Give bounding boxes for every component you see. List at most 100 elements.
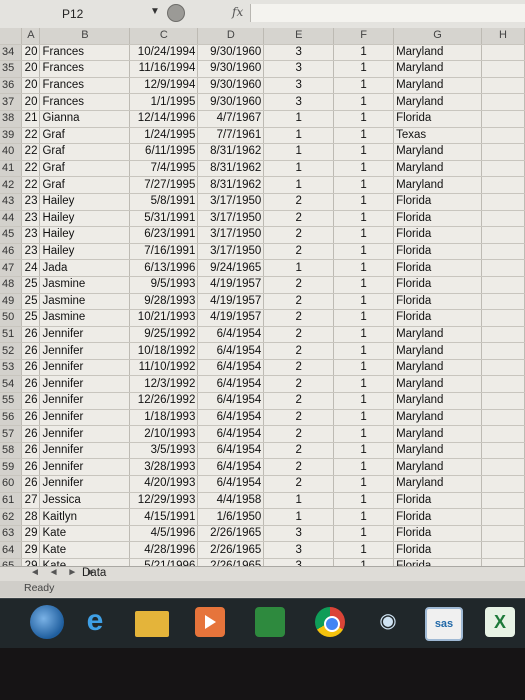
cell-e[interactable]: 1 [263, 160, 335, 178]
row-number[interactable]: 37 [0, 93, 23, 111]
cell-g[interactable]: Maryland [393, 392, 482, 410]
cell-f[interactable]: 1 [333, 176, 395, 194]
column-header-b[interactable]: B [39, 28, 131, 45]
cell-f[interactable]: 1 [333, 359, 395, 377]
cell-b[interactable]: Jada [39, 259, 131, 277]
cell-d[interactable]: 3/17/1950 [197, 243, 265, 261]
cell-e[interactable]: 1 [263, 492, 335, 510]
cell-a[interactable]: 22 [21, 160, 41, 178]
cell-b[interactable]: Kate [39, 525, 131, 543]
cell-c[interactable]: 7/16/1991 [129, 243, 199, 261]
cell-f[interactable]: 1 [333, 541, 395, 559]
cell-a[interactable]: 25 [21, 276, 41, 294]
cell-g[interactable]: Maryland [393, 475, 482, 493]
cell-f[interactable]: 1 [333, 458, 395, 477]
cell-h[interactable] [481, 359, 525, 377]
cell-h[interactable] [481, 193, 525, 211]
cell-b[interactable]: Jennifer [39, 475, 131, 493]
cell-b[interactable]: Hailey [39, 226, 131, 244]
cell-d[interactable]: 4/19/1957 [197, 276, 265, 294]
row-number[interactable]: 41 [0, 160, 23, 178]
cell-a[interactable]: 22 [21, 176, 41, 194]
cell-c[interactable]: 10/21/1993 [129, 309, 199, 327]
cell-e[interactable]: 3 [263, 44, 335, 62]
cell-d[interactable]: 4/4/1958 [197, 492, 265, 510]
cell-a[interactable]: 25 [21, 293, 41, 311]
cell-table[interactable]: A B C D E F G H 34 20 Frances 10/24/1994 9/3… [0, 28, 525, 593]
row-number[interactable]: 54 [0, 375, 23, 394]
cell-h[interactable] [481, 525, 525, 543]
cell-b[interactable]: Frances [39, 60, 131, 78]
cell-f[interactable]: 1 [333, 276, 395, 294]
cell-b[interactable]: Hailey [39, 243, 131, 261]
cell-d[interactable]: 6/4/1954 [197, 425, 265, 443]
project-app-icon[interactable] [255, 607, 285, 637]
cell-h[interactable] [481, 110, 525, 128]
cell-a[interactable]: 29 [21, 541, 41, 559]
cell-g[interactable]: Maryland [393, 160, 482, 178]
cell-c[interactable]: 6/23/1991 [129, 226, 199, 244]
cell-a[interactable]: 21 [21, 110, 41, 128]
cell-e[interactable]: 3 [263, 60, 335, 78]
cell-c[interactable]: 1/24/1995 [129, 127, 199, 145]
row-number[interactable]: 59 [0, 458, 23, 477]
cell-a[interactable]: 26 [21, 442, 41, 460]
cell-f[interactable]: 1 [333, 44, 395, 62]
cell-h[interactable] [481, 508, 525, 526]
media-player-icon[interactable] [195, 607, 225, 637]
cell-d[interactable]: 1/6/1950 [197, 508, 265, 526]
cell-d[interactable]: 6/4/1954 [197, 458, 265, 477]
row-number[interactable]: 51 [0, 326, 23, 344]
row-number[interactable]: 39 [0, 127, 23, 145]
row-number[interactable]: 40 [0, 143, 23, 161]
cell-f[interactable]: 1 [333, 127, 395, 145]
cell-c[interactable]: 11/16/1994 [129, 60, 199, 78]
cell-f[interactable]: 1 [333, 342, 395, 360]
cell-b[interactable]: Jennifer [39, 375, 131, 394]
row-number[interactable]: 62 [0, 508, 23, 526]
cell-d[interactable]: 9/24/1965 [197, 259, 265, 277]
cell-g[interactable]: Texas [393, 127, 482, 145]
cell-e[interactable]: 2 [263, 243, 335, 261]
cell-a[interactable]: 26 [21, 342, 41, 360]
cell-e[interactable]: 3 [263, 541, 335, 559]
cell-g[interactable]: Maryland [393, 77, 482, 95]
excel-icon[interactable]: X [485, 607, 515, 637]
row-number[interactable]: 38 [0, 110, 23, 128]
cell-h[interactable] [481, 176, 525, 194]
cell-d[interactable]: 8/31/1962 [197, 143, 265, 161]
cell-c[interactable]: 1/18/1993 [129, 409, 199, 427]
cell-a[interactable]: 26 [21, 458, 41, 477]
cell-d[interactable]: 4/19/1957 [197, 293, 265, 311]
cell-e[interactable]: 2 [263, 326, 335, 344]
cell-b[interactable]: Jennifer [39, 342, 131, 360]
cell-e[interactable]: 2 [263, 309, 335, 327]
cell-f[interactable]: 1 [333, 93, 395, 111]
cell-d[interactable]: 6/4/1954 [197, 392, 265, 410]
cell-f[interactable]: 1 [333, 293, 395, 311]
cell-c[interactable]: 9/25/1992 [129, 326, 199, 344]
cell-e[interactable]: 2 [263, 475, 335, 493]
cell-b[interactable]: Graf [39, 143, 131, 161]
cell-c[interactable]: 2/10/1993 [129, 425, 199, 443]
cell-g[interactable]: Florida [393, 309, 482, 327]
cell-f[interactable]: 1 [333, 375, 395, 394]
cell-c[interactable]: 7/27/1995 [129, 176, 199, 194]
cell-h[interactable] [481, 243, 525, 261]
cell-d[interactable]: 6/4/1954 [197, 475, 265, 493]
cell-d[interactable]: 6/4/1954 [197, 342, 265, 360]
cell-b[interactable]: Jasmine [39, 309, 131, 327]
cell-a[interactable]: 23 [21, 210, 41, 228]
name-box[interactable]: P12 [62, 5, 162, 23]
fx-icon[interactable]: fx [232, 5, 243, 19]
cell-h[interactable] [481, 127, 525, 145]
cell-e[interactable]: 2 [263, 193, 335, 211]
name-box-dropdown-icon[interactable]: ▼ [150, 6, 160, 17]
cell-a[interactable]: 20 [21, 44, 41, 62]
row-number[interactable]: 42 [0, 176, 23, 194]
cell-h[interactable] [481, 60, 525, 78]
column-header-a[interactable]: A [21, 28, 41, 45]
cell-e[interactable]: 1 [263, 176, 335, 194]
cell-a[interactable]: 29 [21, 525, 41, 543]
cell-g[interactable]: Maryland [393, 326, 482, 344]
